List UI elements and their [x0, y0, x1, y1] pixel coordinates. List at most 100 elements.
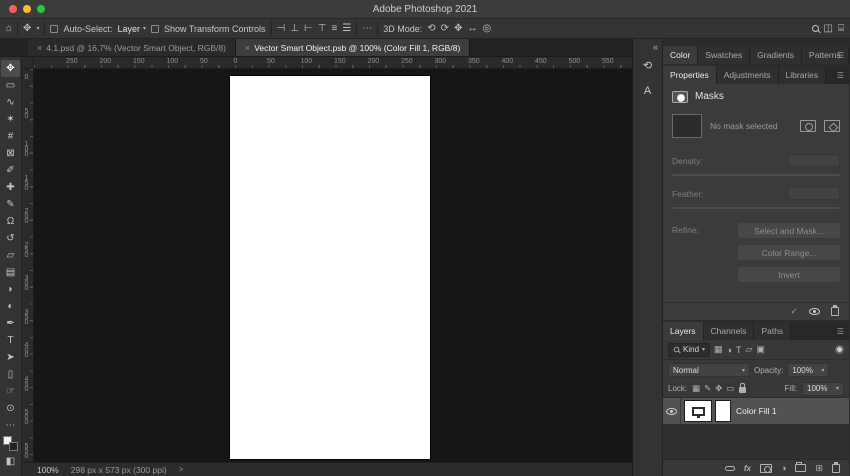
- add-pixel-mask-button[interactable]: [800, 120, 816, 132]
- feather-slider[interactable]: [672, 207, 840, 209]
- close-window-button[interactable]: [9, 5, 17, 13]
- show-transform-checkbox[interactable]: [151, 24, 160, 33]
- filter-shape-layers-icon[interactable]: ▱: [745, 344, 752, 355]
- lock-position-icon[interactable]: ✥: [715, 383, 722, 394]
- background-color-swatch[interactable]: [9, 442, 18, 451]
- layer-mask-thumbnail[interactable]: [715, 400, 731, 422]
- zoom-window-button[interactable]: [37, 5, 45, 13]
- lock-transparent-pixels-icon[interactable]: ▦: [692, 383, 700, 394]
- path-selection-tool[interactable]: ➤: [1, 349, 20, 366]
- clone-stamp-tool[interactable]: Ω: [1, 213, 20, 230]
- search-icon[interactable]: [811, 25, 819, 32]
- document-tab[interactable]: × 4.1.psd @ 16,7% (Vector Smart Object, R…: [28, 39, 236, 56]
- 3d-roll-icon[interactable]: ⟳: [441, 23, 449, 34]
- edit-toolbar-icon[interactable]: ⋯: [1, 417, 20, 434]
- delete-layer-icon[interactable]: [832, 461, 840, 473]
- 3d-pan-icon[interactable]: ✥: [454, 23, 462, 34]
- canvas-viewport[interactable]: [34, 69, 632, 462]
- gradient-tool[interactable]: ▤: [1, 264, 20, 281]
- tab-paths[interactable]: Paths: [754, 322, 792, 340]
- marquee-tool[interactable]: ▭: [1, 77, 20, 94]
- document-tab[interactable]: × Vector Smart Object.psb @ 100% (Color F…: [235, 39, 471, 56]
- layer-thumbnail[interactable]: [684, 400, 712, 422]
- move-tool[interactable]: ✥: [1, 60, 20, 77]
- color-range-button[interactable]: Color Range...: [738, 245, 840, 260]
- home-icon[interactable]: ⌂: [6, 23, 12, 34]
- screen-mode-icon[interactable]: ▭: [1, 472, 20, 476]
- pen-tool[interactable]: ✒: [1, 315, 20, 332]
- filter-adjustment-layers-icon[interactable]: ◑: [727, 345, 732, 355]
- opacity-dropdown[interactable]: 100% ▾: [787, 363, 830, 377]
- filter-type-layers-icon[interactable]: T: [736, 345, 742, 355]
- adjustment-layer-icon[interactable]: ◑: [781, 463, 786, 473]
- hand-tool[interactable]: ☞: [1, 383, 20, 400]
- lock-artboard-icon[interactable]: ▭: [726, 383, 734, 394]
- tool-preset[interactable]: ✥ ▾: [23, 23, 39, 34]
- zoom-tool[interactable]: ⊙: [1, 400, 20, 417]
- add-layer-mask-icon[interactable]: [760, 463, 773, 473]
- 3d-slide-icon[interactable]: ↔: [467, 23, 477, 34]
- zoom-level-field[interactable]: 100%: [37, 465, 59, 475]
- align-right-edges-icon[interactable]: ⊢: [304, 23, 313, 34]
- tab-channels[interactable]: Channels: [703, 322, 755, 340]
- type-tool[interactable]: T: [1, 332, 20, 349]
- ruler-origin-corner[interactable]: [22, 57, 34, 68]
- frame-tool[interactable]: ⊠: [1, 145, 20, 162]
- tab-swatches[interactable]: Swatches: [698, 46, 751, 64]
- history-panel-icon[interactable]: ⟲: [637, 56, 659, 75]
- fill-dropdown[interactable]: 100% ▾: [802, 381, 844, 396]
- lasso-tool[interactable]: ∿: [1, 94, 20, 111]
- shape-tool[interactable]: ▯: [1, 366, 20, 383]
- align-top-edges-icon[interactable]: ⊤: [318, 23, 327, 34]
- add-vector-mask-button[interactable]: [824, 120, 840, 132]
- tab-libraries[interactable]: Libraries: [778, 66, 827, 84]
- panel-menu-icon[interactable]: ☰: [837, 66, 844, 84]
- color-swatches[interactable]: [3, 436, 18, 451]
- density-value-field[interactable]: [788, 154, 840, 167]
- quick-mask-icon[interactable]: ◧: [1, 453, 20, 470]
- horizontal-ruler[interactable]: 250 200 150 100 50 0 50 100 150 200 250 300 350 400 45…: [22, 57, 632, 69]
- feather-value-field[interactable]: [788, 187, 840, 200]
- new-layer-icon[interactable]: ⊞: [815, 463, 823, 473]
- filter-kind-dropdown[interactable]: Kind ▾: [668, 342, 711, 357]
- panel-menu-icon[interactable]: ☰: [837, 322, 844, 340]
- share-icon[interactable]: ⌸: [838, 23, 844, 34]
- crop-tool[interactable]: #: [1, 128, 20, 145]
- tab-gradients[interactable]: Gradients: [750, 46, 803, 64]
- layer-row[interactable]: Color Fill 1: [663, 398, 849, 424]
- filter-pixel-layers-icon[interactable]: ▦: [714, 344, 723, 355]
- apply-mask-icon[interactable]: ✓: [790, 306, 798, 317]
- 3d-orbit-icon[interactable]: ⟲: [427, 23, 435, 34]
- filter-smart-objects-icon[interactable]: ▣: [756, 344, 765, 355]
- status-chevron-icon[interactable]: >: [179, 465, 184, 474]
- mask-thumbnail[interactable]: [672, 114, 702, 138]
- blur-tool[interactable]: ◗: [1, 281, 20, 298]
- brush-tool[interactable]: ✎: [1, 196, 20, 213]
- layer-visibility-cell[interactable]: [663, 398, 681, 424]
- link-layers-icon[interactable]: [724, 465, 735, 471]
- close-tab-icon[interactable]: ×: [37, 43, 42, 53]
- filter-toggle[interactable]: [835, 345, 844, 354]
- invert-button[interactable]: Invert: [738, 267, 840, 282]
- auto-select-dropdown[interactable]: Layer ▾: [117, 24, 146, 34]
- distribute-vertical-icon[interactable]: ≡: [331, 23, 337, 34]
- document-canvas[interactable]: [230, 76, 430, 459]
- magic-wand-tool[interactable]: ✶: [1, 111, 20, 128]
- character-panel-icon[interactable]: A: [637, 81, 659, 100]
- expand-panels-icon[interactable]: «: [653, 42, 658, 52]
- workspace-icon[interactable]: ◫: [824, 23, 833, 34]
- tab-properties[interactable]: Properties: [663, 66, 717, 84]
- 3d-scale-icon[interactable]: ◎: [482, 23, 491, 34]
- select-and-mask-button[interactable]: Select and Mask...: [738, 223, 840, 238]
- disable-mask-eye-icon[interactable]: [809, 308, 820, 315]
- eraser-tool[interactable]: ▱: [1, 247, 20, 264]
- delete-mask-icon[interactable]: [831, 305, 839, 316]
- dodge-tool[interactable]: ◐: [1, 298, 20, 315]
- density-slider[interactable]: [672, 174, 840, 176]
- lock-all-icon[interactable]: [739, 383, 747, 393]
- layer-style-fx-icon[interactable]: fx: [744, 464, 751, 473]
- tab-adjustments[interactable]: Adjustments: [716, 66, 779, 84]
- healing-brush-tool[interactable]: ✚: [1, 179, 20, 196]
- distribute-horizontal-icon[interactable]: ☰: [342, 23, 351, 34]
- eyedropper-tool[interactable]: ✐: [1, 162, 20, 179]
